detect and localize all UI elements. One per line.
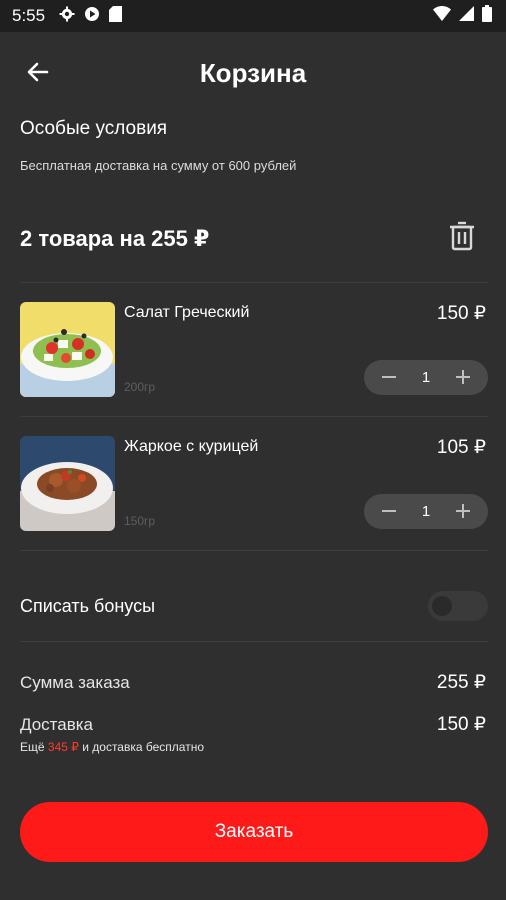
note-amount: 345 ₽: [47, 740, 79, 754]
cart-item: Салат Греческий 200гр 150 ₽ 1: [0, 282, 506, 416]
divider: [20, 550, 488, 551]
bonus-label: Списать бонусы: [20, 596, 156, 616]
increase-quantity-button[interactable]: [450, 499, 476, 525]
item-price: 105 ₽: [436, 437, 486, 458]
settings-icon: [59, 6, 75, 27]
quantity-stepper: 1: [364, 360, 488, 395]
minus-icon: [381, 499, 397, 525]
increase-quantity-button[interactable]: [450, 365, 476, 391]
status-bar: 5:55: [0, 0, 506, 32]
item-image-chicken-roast: [20, 436, 115, 531]
trash-icon: [448, 220, 476, 257]
cart-item: Жаркое с курицей 150гр 105 ₽ 1: [0, 416, 506, 550]
plus-icon: [455, 499, 471, 525]
status-icons-left: [59, 5, 123, 27]
item-weight: 150гр: [124, 514, 156, 528]
status-time: 5:55: [12, 6, 46, 25]
clear-cart-button[interactable]: [440, 216, 484, 260]
plus-icon: [455, 365, 471, 391]
decrease-quantity-button[interactable]: [376, 365, 402, 391]
status-icons-right: [433, 5, 492, 27]
item-quantity: 1: [421, 369, 431, 386]
signal-icon: [459, 6, 474, 26]
order-sum-label: Сумма заказа: [20, 673, 130, 692]
special-conditions-title: Особые условия: [20, 118, 168, 139]
order-sum-value: 255 ₽: [436, 672, 486, 693]
item-price: 150 ₽: [436, 303, 486, 324]
cart-summary: 2 товара на 255 ₽: [20, 226, 210, 251]
header: Корзина: [0, 32, 506, 116]
item-quantity: 1: [421, 503, 431, 520]
note-suffix: и доставка бесплатно: [78, 740, 204, 754]
bonus-toggle[interactable]: [428, 591, 488, 621]
battery-icon: [482, 5, 492, 27]
sd-card-icon: [109, 5, 123, 27]
free-delivery-note: Ещё 345 ₽ и доставка бесплатно: [20, 740, 204, 754]
item-name: Жаркое с курицей: [124, 438, 259, 455]
special-conditions-text: Бесплатная доставка на сумму от 600 рубл…: [20, 158, 297, 173]
note-prefix: Ещё: [20, 740, 48, 754]
divider: [20, 641, 488, 642]
item-image-greek-salad: [20, 302, 115, 397]
delivery-label: Доставка: [20, 715, 94, 734]
item-weight: 200гр: [124, 380, 156, 394]
decrease-quantity-button[interactable]: [376, 499, 402, 525]
delivery-value: 150 ₽: [436, 714, 486, 735]
order-button[interactable]: Заказать: [20, 802, 488, 862]
wifi-icon: [433, 5, 451, 26]
page-title: Корзина: [199, 58, 307, 88]
item-name: Салат Греческий: [124, 304, 250, 321]
minus-icon: [381, 365, 397, 391]
toggle-knob: [432, 596, 452, 616]
play-protect-icon: [84, 6, 100, 27]
quantity-stepper: 1: [364, 494, 488, 529]
